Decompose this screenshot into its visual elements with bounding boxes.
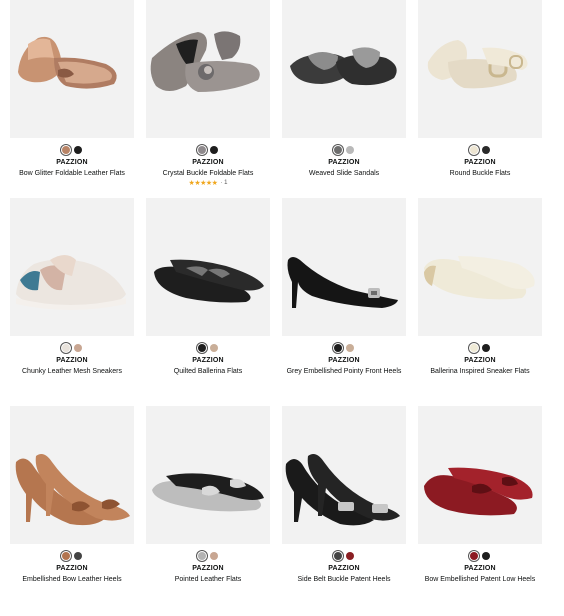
color-swatch[interactable] [62,145,70,154]
product-image[interactable] [282,406,406,544]
product-rating[interactable]: ★★★★★ · 1 [146,179,270,188]
product-image[interactable] [418,198,542,336]
color-swatch[interactable] [334,145,342,154]
color-swatches [146,550,270,561]
product-image[interactable] [282,198,406,336]
color-swatches [418,550,542,561]
product-image[interactable] [146,406,270,544]
product-brand: PAZZION [192,159,224,166]
review-count: · 1 [220,180,228,186]
product-image[interactable] [10,406,134,544]
product-card[interactable]: PAZZION Bow Embellished Patent Low Heels [418,406,542,584]
color-swatch[interactable] [74,551,82,560]
color-swatch[interactable] [62,343,70,352]
product-title[interactable]: Weaved Slide Sandals [282,169,406,178]
product-image[interactable] [418,0,542,138]
product-title[interactable]: Ballerina Inspired Sneaker Flats [418,367,542,376]
color-swatch[interactable] [210,551,218,560]
product-title[interactable]: Bow Glitter Foldable Leather Flats [10,169,134,178]
color-swatches [10,342,134,353]
product-brand: PAZZION [56,159,88,166]
color-swatch[interactable] [470,145,478,154]
color-swatches [282,144,406,155]
product-card[interactable]: PAZZION Ballerina Inspired Sneaker Flats [418,198,542,376]
product-brand: PAZZION [464,565,496,572]
product-image[interactable] [146,0,270,138]
product-title[interactable]: Chunky Leather Mesh Sneakers [10,367,134,376]
product-title[interactable]: Round Buckle Flats [418,169,542,178]
product-card[interactable]: PAZZION Round Buckle Flats [418,0,542,178]
color-swatches [418,342,542,353]
product-image[interactable] [10,198,134,336]
color-swatch[interactable] [334,343,342,352]
color-swatch[interactable] [74,343,82,352]
color-swatch[interactable] [198,145,206,154]
color-swatches [146,342,270,353]
color-swatches [146,144,270,155]
product-title[interactable]: Grey Embellished Pointy Front Heels [282,367,406,376]
product-card[interactable]: PAZZION Quilted Ballerina Flats [146,198,270,376]
color-swatch[interactable] [198,551,206,560]
product-brand: PAZZION [192,565,224,572]
color-swatches [10,550,134,561]
product-image[interactable] [282,0,406,138]
color-swatch[interactable] [346,145,354,154]
product-card[interactable]: PAZZION Embellished Bow Leather Heels [10,406,134,584]
product-card[interactable]: PAZZION Crystal Buckle Foldable Flats ★★… [146,0,270,188]
color-swatch[interactable] [482,551,490,560]
color-swatches [10,144,134,155]
color-swatch[interactable] [210,145,218,154]
product-title[interactable]: Quilted Ballerina Flats [146,367,270,376]
product-title[interactable]: Side Belt Buckle Patent Heels [282,575,406,584]
product-card[interactable]: PAZZION Bow Glitter Foldable Leather Fla… [10,0,134,178]
product-brand: PAZZION [328,565,360,572]
color-swatches [282,342,406,353]
product-title[interactable]: Crystal Buckle Foldable Flats [146,169,270,178]
product-brand: PAZZION [464,159,496,166]
product-title[interactable]: Embellished Bow Leather Heels [10,575,134,584]
color-swatch[interactable] [470,343,478,352]
color-swatch[interactable] [210,343,218,352]
product-brand: PAZZION [192,357,224,364]
color-swatch[interactable] [346,343,354,352]
product-image[interactable] [146,198,270,336]
color-swatch[interactable] [482,145,490,154]
color-swatch[interactable] [482,343,490,352]
color-swatch[interactable] [74,145,82,154]
color-swatches [418,144,542,155]
product-brand: PAZZION [328,159,360,166]
color-swatch[interactable] [470,551,478,560]
product-card[interactable]: PAZZION Pointed Leather Flats [146,406,270,584]
product-brand: PAZZION [464,357,496,364]
product-title[interactable]: Bow Embellished Patent Low Heels [418,575,542,584]
star-rating-icon: ★★★★★ [188,180,218,187]
product-brand: PAZZION [56,565,88,572]
product-brand: PAZZION [328,357,360,364]
color-swatch[interactable] [198,343,206,352]
color-swatch[interactable] [346,551,354,560]
product-card[interactable]: PAZZION Side Belt Buckle Patent Heels [282,406,406,584]
product-card[interactable]: PAZZION Chunky Leather Mesh Sneakers [10,198,134,376]
product-image[interactable] [10,0,134,138]
product-card[interactable]: PAZZION Weaved Slide Sandals [282,0,406,178]
product-card[interactable]: PAZZION Grey Embellished Pointy Front He… [282,198,406,376]
color-swatches [282,550,406,561]
product-brand: PAZZION [56,357,88,364]
color-swatch[interactable] [334,551,342,560]
color-swatch[interactable] [62,551,70,560]
product-image[interactable] [418,406,542,544]
product-title[interactable]: Pointed Leather Flats [146,575,270,584]
product-grid: PAZZION Bow Glitter Foldable Leather Fla… [0,0,564,616]
